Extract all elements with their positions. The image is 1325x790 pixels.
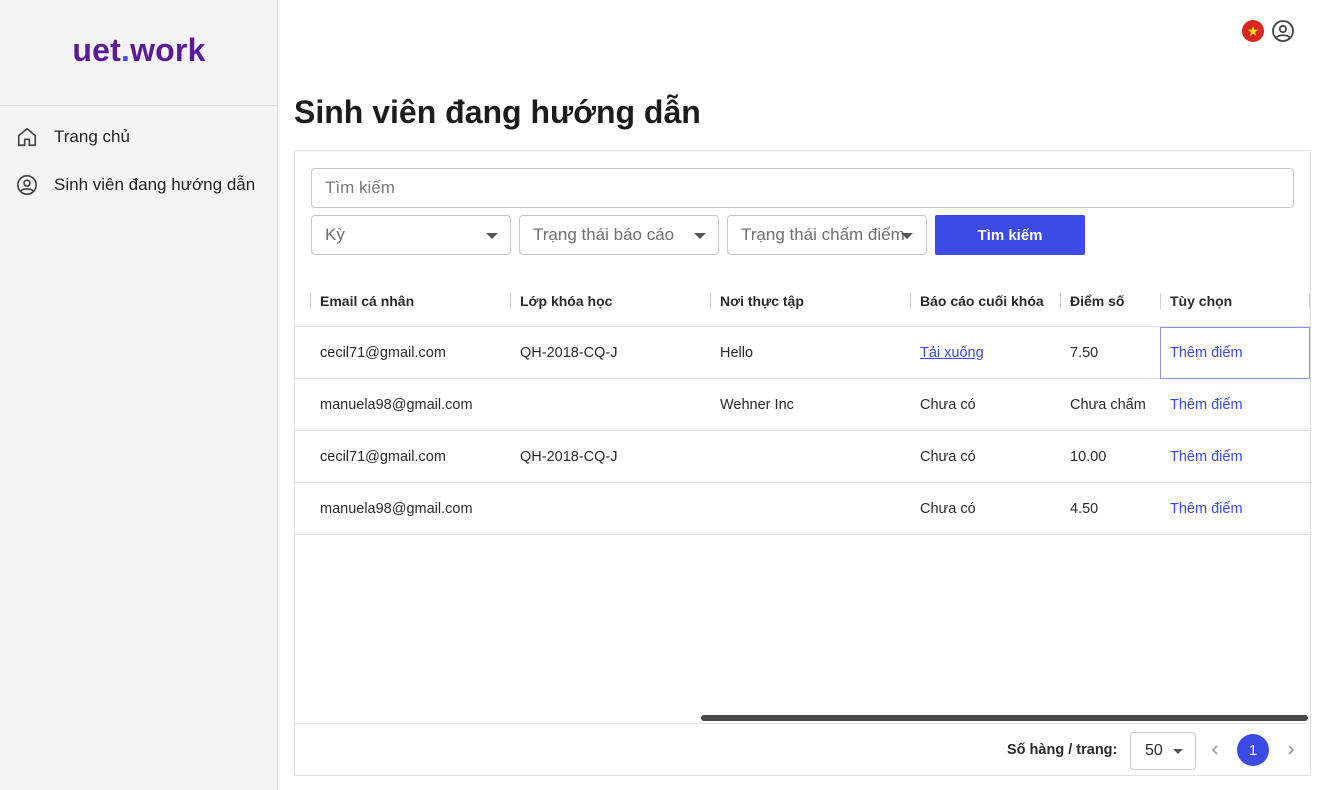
table-row[interactable]: cecil71@gmail.com QH-2018-CQ-J Chưa có 1… xyxy=(295,431,1310,483)
cell-score: 4.50 xyxy=(1070,501,1099,517)
column-header-options[interactable]: Tùy chọn xyxy=(1160,275,1310,327)
add-score-link[interactable]: Thêm điểm xyxy=(1170,397,1243,413)
term-select[interactable]: Kỳ xyxy=(311,215,511,255)
logo-text-suffix: work xyxy=(130,32,206,68)
grading-status-placeholder: Trạng thái chấm điểm xyxy=(741,225,905,244)
page-title: Sinh viên đang hướng dẫn xyxy=(294,94,701,130)
cell-options: Thêm điểm xyxy=(1160,379,1310,431)
column-header-email[interactable]: Email cá nhân xyxy=(310,275,510,327)
cell-score: 10.00 xyxy=(1070,449,1107,465)
cell-score: Chưa chấm xyxy=(1070,397,1146,413)
sidebar: uet.work Trang chủ Sinh viên đang hướng … xyxy=(0,0,278,790)
cell-company: Hello xyxy=(720,345,754,361)
add-score-link[interactable]: Thêm điểm xyxy=(1170,345,1243,361)
sidebar-item-supervised-students[interactable]: Sinh viên đang hướng dẫn xyxy=(0,161,278,209)
cell-email: cecil71@gmail.com xyxy=(320,345,446,361)
sidebar-item-home[interactable]: Trang chủ xyxy=(0,113,278,161)
chevron-down-icon xyxy=(901,233,913,239)
report-status-select[interactable]: Trạng thái báo cáo xyxy=(519,215,719,255)
rows-per-page-label: Số hàng / trang: xyxy=(1007,742,1118,758)
sidebar-item-label: Sinh viên đang hướng dẫn xyxy=(54,175,256,194)
table-row[interactable]: manuela98@gmail.com Wehner Inc Chưa có C… xyxy=(295,379,1310,431)
language-flag-icon[interactable]: ★ xyxy=(1242,20,1264,42)
cell-options: Thêm điểm xyxy=(1160,327,1310,379)
search-button[interactable]: Tìm kiếm xyxy=(935,215,1085,255)
cell-company xyxy=(710,483,910,535)
table-row[interactable]: manuela98@gmail.com Chưa có 4.50 Thêm đi… xyxy=(295,483,1310,535)
user-circle-icon xyxy=(17,175,37,195)
cell-report: Chưa có xyxy=(920,501,976,517)
add-score-link[interactable]: Thêm điểm xyxy=(1170,449,1243,465)
page-button-current[interactable]: 1 xyxy=(1237,734,1269,766)
sidebar-divider xyxy=(0,105,278,106)
rows-per-page-value: 50 xyxy=(1145,742,1163,759)
download-report-link[interactable]: Tải xuống xyxy=(920,345,984,361)
chevron-left-icon xyxy=(1211,745,1218,755)
table-header: Email cá nhân Lớp khóa học Nơi thực tập … xyxy=(295,275,1310,327)
cell-score: 7.50 xyxy=(1070,345,1099,361)
flag-star-icon: ★ xyxy=(1246,23,1260,39)
next-page-button[interactable] xyxy=(1279,738,1303,762)
column-header-final-report[interactable]: Báo cáo cuối khóa xyxy=(910,275,1060,327)
cell-company xyxy=(710,431,910,483)
logo-dot: . xyxy=(121,32,131,68)
chevron-right-icon xyxy=(1288,745,1295,755)
grading-status-select[interactable]: Trạng thái chấm điểm xyxy=(727,215,927,255)
logo-text-main: uet xyxy=(72,32,121,68)
cell-options: Thêm điểm xyxy=(1160,431,1310,483)
sidebar-item-label: Trang chủ xyxy=(54,127,130,146)
cell-email: cecil71@gmail.com xyxy=(320,449,446,465)
add-score-link[interactable]: Thêm điểm xyxy=(1170,501,1243,517)
search-input[interactable] xyxy=(311,168,1294,208)
chevron-down-icon xyxy=(1173,749,1183,754)
cell-report: Chưa có xyxy=(920,397,976,413)
column-separator[interactable] xyxy=(1309,293,1310,309)
column-header-class[interactable]: Lớp khóa học xyxy=(510,275,710,327)
scrollbar-thumb[interactable] xyxy=(701,715,1308,721)
students-table-card: Kỳ Trạng thái báo cáo Trạng thái chấm đi… xyxy=(294,150,1311,776)
cell-report: Tải xuống xyxy=(910,327,1060,379)
rows-per-page-select[interactable]: 50 xyxy=(1130,732,1196,770)
term-select-placeholder: Kỳ xyxy=(325,225,345,244)
cell-class xyxy=(510,379,710,431)
report-status-placeholder: Trạng thái báo cáo xyxy=(533,225,675,244)
cell-class: QH-2018-CQ-J xyxy=(520,345,618,361)
chevron-down-icon xyxy=(486,233,498,239)
column-header-internship-place[interactable]: Nơi thực tập xyxy=(710,275,910,327)
cell-class xyxy=(510,483,710,535)
cell-email: manuela98@gmail.com xyxy=(320,397,473,413)
previous-page-button[interactable] xyxy=(1203,738,1227,762)
app-logo[interactable]: uet.work xyxy=(0,32,278,69)
cell-options: Thêm điểm xyxy=(1160,483,1310,535)
table-row[interactable]: cecil71@gmail.com QH-2018-CQ-J Hello Tải… xyxy=(295,327,1310,379)
cell-email: manuela98@gmail.com xyxy=(320,501,473,517)
table-footer: Số hàng / trang: 50 1 xyxy=(295,723,1310,775)
cell-report: Chưa có xyxy=(920,449,976,465)
home-icon xyxy=(17,127,37,147)
chevron-down-icon xyxy=(694,233,706,239)
column-header-score[interactable]: Điểm số xyxy=(1060,275,1160,327)
cell-company: Wehner Inc xyxy=(720,397,794,413)
cell-class: QH-2018-CQ-J xyxy=(520,449,618,465)
user-account-icon[interactable] xyxy=(1271,19,1295,43)
